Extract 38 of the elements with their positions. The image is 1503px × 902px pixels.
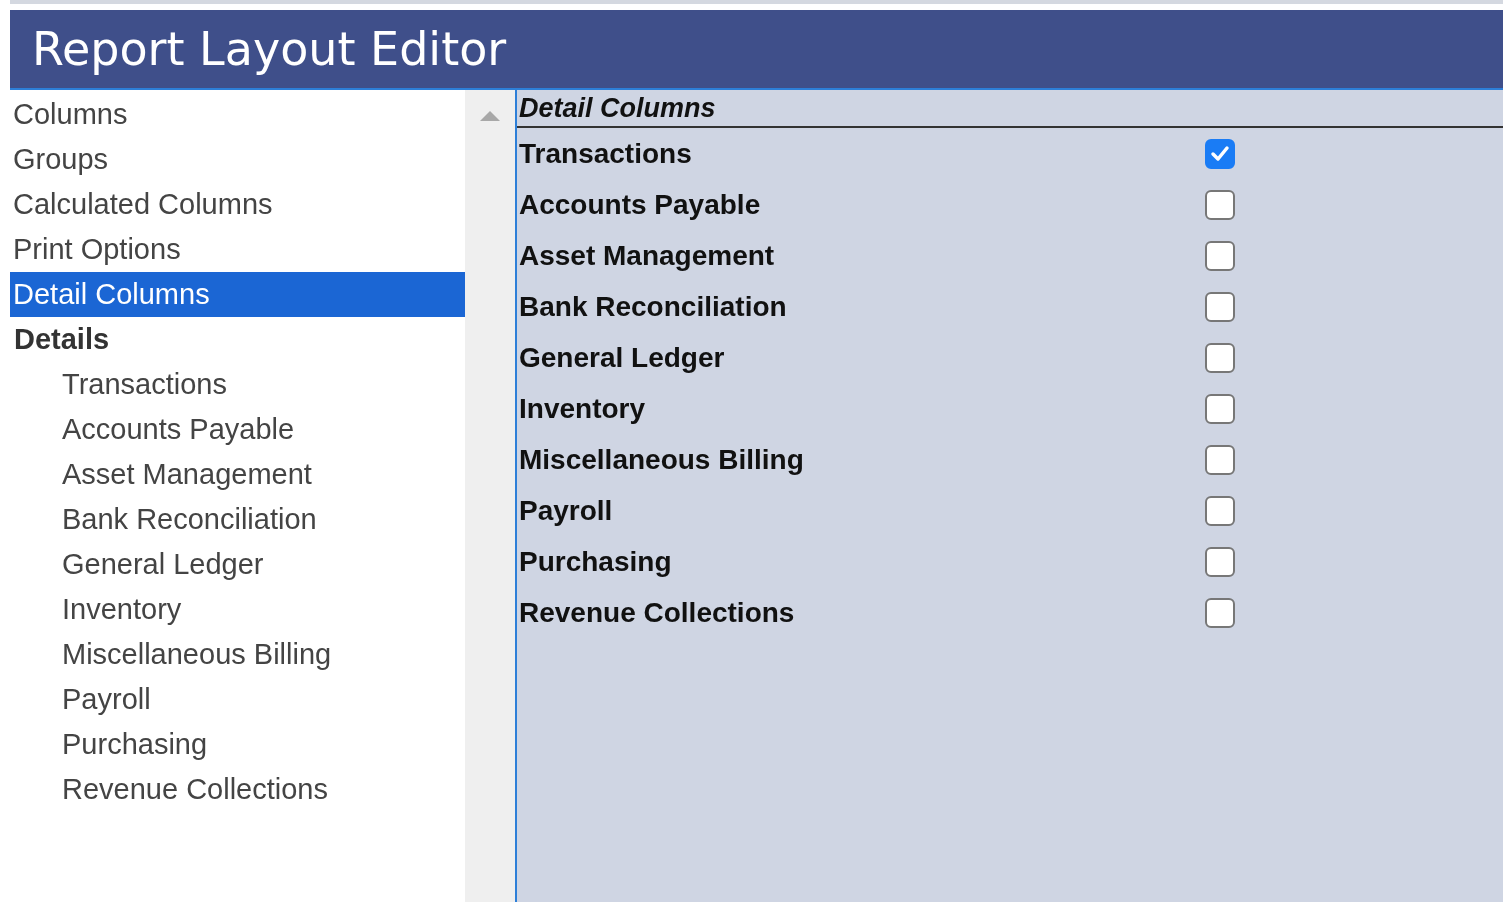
checkbox[interactable] bbox=[1205, 393, 1235, 424]
option-label: Bank Reconciliation bbox=[519, 290, 788, 323]
option-label: Accounts Payable bbox=[519, 188, 762, 221]
option-label: Inventory bbox=[519, 392, 647, 425]
tree-item[interactable]: Accounts Payable bbox=[10, 407, 465, 452]
tree-item[interactable]: Bank Reconciliation bbox=[10, 497, 465, 542]
checkbox[interactable] bbox=[1205, 342, 1235, 373]
tree-item[interactable]: Asset Management bbox=[10, 452, 465, 497]
section-heading: Detail Columns bbox=[517, 90, 1503, 128]
sidebar-item[interactable]: Groups bbox=[10, 137, 465, 182]
tree-item[interactable]: Purchasing bbox=[10, 722, 465, 767]
tree-item[interactable]: General Ledger bbox=[10, 542, 465, 587]
checkbox[interactable] bbox=[1205, 189, 1235, 220]
checkbox[interactable] bbox=[1205, 444, 1235, 475]
checkbox[interactable] bbox=[1205, 495, 1235, 526]
checkbox[interactable] bbox=[1205, 240, 1235, 271]
tree-item[interactable]: Payroll bbox=[10, 677, 465, 722]
sidebar-item[interactable]: Detail Columns bbox=[10, 272, 465, 317]
option-label: Payroll bbox=[519, 494, 614, 527]
window-title: Report Layout Editor bbox=[32, 22, 507, 76]
option-label: Revenue Collections bbox=[519, 596, 796, 629]
checkbox[interactable] bbox=[1205, 291, 1235, 322]
option-label: Miscellaneous Billing bbox=[519, 443, 805, 476]
checkbox[interactable] bbox=[1205, 597, 1235, 628]
checkbox[interactable] bbox=[1205, 138, 1235, 169]
sidebar-item[interactable]: Calculated Columns bbox=[10, 182, 465, 227]
sidebar-item[interactable]: Columns bbox=[10, 92, 465, 137]
option-label: Transactions bbox=[519, 137, 693, 170]
sidebar-item[interactable]: Print Options bbox=[10, 227, 465, 272]
checkbox[interactable] bbox=[1205, 546, 1235, 577]
tree-item[interactable]: Inventory bbox=[10, 587, 465, 632]
option-label: General Ledger bbox=[519, 341, 726, 374]
tree-item[interactable]: Revenue Collections bbox=[10, 767, 465, 812]
tree-node[interactable]: Details bbox=[10, 317, 465, 362]
option-label: Purchasing bbox=[519, 545, 673, 578]
tree-item[interactable]: Miscellaneous Billing bbox=[10, 632, 465, 677]
tree-item[interactable]: Transactions bbox=[10, 362, 465, 407]
option-label: Asset Management bbox=[519, 239, 776, 272]
